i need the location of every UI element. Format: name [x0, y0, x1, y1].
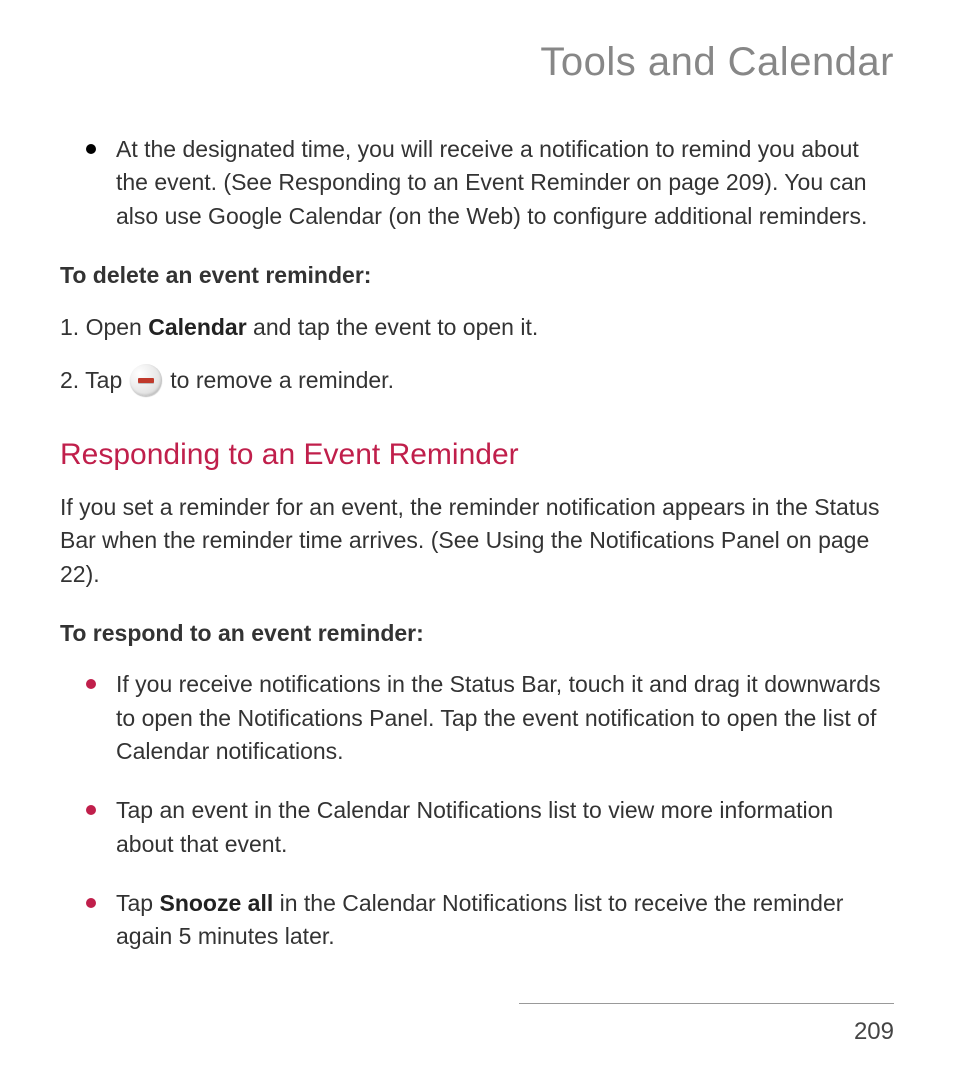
delete-heading: To delete an event reminder: [60, 259, 894, 292]
respond-bullet-3-text: Tap Snooze all in the Calendar Notificat… [116, 887, 894, 954]
page-footer: 209 [60, 1003, 894, 1046]
step2-post: to remove a reminder. [170, 363, 394, 398]
step1-post: and tap the event to open it. [247, 314, 539, 340]
delete-step-1: 1. Open Calendar and tap the event to op… [60, 310, 894, 345]
bullet-dot-icon [86, 679, 96, 689]
intro-bullet-text: At the designated time, you will receive… [116, 133, 894, 233]
bullet3-bold: Snooze all [159, 890, 273, 916]
respond-bullet-1: If you receive notifications in the Stat… [60, 668, 894, 768]
step2-pre: 2. Tap [60, 363, 122, 398]
responding-title: Responding to an Event Reminder [60, 433, 894, 477]
bullet-dot-icon [86, 144, 96, 154]
bullet-dot-icon [86, 805, 96, 815]
respond-bullet-2: Tap an event in the Calendar Notificatio… [60, 794, 894, 861]
footer-divider [519, 1003, 894, 1004]
respond-bullet-1-text: If you receive notifications in the Stat… [116, 668, 894, 768]
step1-bold: Calendar [148, 314, 246, 340]
respond-bullet-2-text: Tap an event in the Calendar Notificatio… [116, 794, 894, 861]
page-body: At the designated time, you will receive… [60, 133, 894, 954]
bullet-dot-icon [86, 898, 96, 908]
step1-pre: 1. Open [60, 314, 148, 340]
page-title: Tools and Calendar [60, 40, 894, 85]
responding-intro: If you set a reminder for an event, the … [60, 491, 894, 591]
bullet3-pre: Tap [116, 890, 159, 916]
respond-subhead: To respond to an event reminder: [60, 617, 894, 650]
delete-step-2: 2. Tap to remove a reminder. [60, 363, 894, 398]
intro-bullet: At the designated time, you will receive… [60, 133, 894, 233]
page-number: 209 [60, 1018, 894, 1046]
respond-bullet-3: Tap Snooze all in the Calendar Notificat… [60, 887, 894, 954]
remove-reminder-icon [130, 364, 162, 396]
manual-page: Tools and Calendar At the designated tim… [0, 0, 954, 1074]
